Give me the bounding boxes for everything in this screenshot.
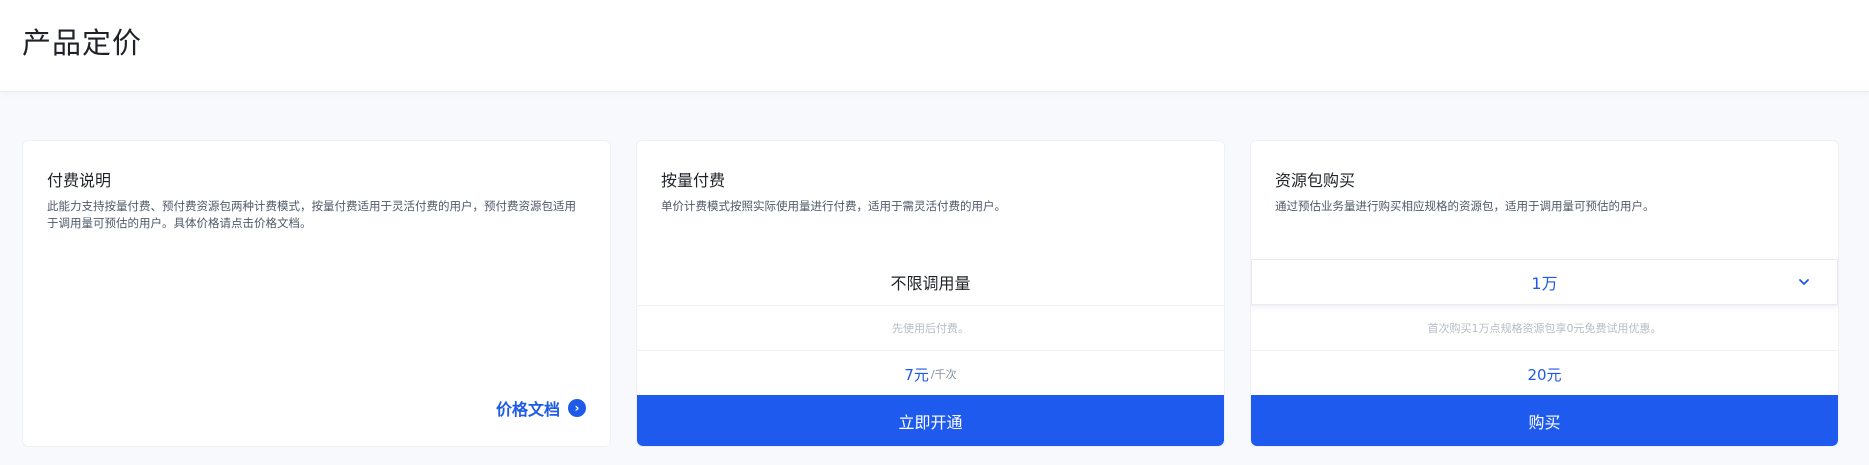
- billing-info-card: 付费说明 此能力支持按量付费、预付费资源包两种计费模式，按量付费适用于灵活付费的…: [22, 140, 611, 447]
- price-display: 20元: [1251, 351, 1838, 397]
- pay-as-you-go-card: 按量付费 单价计费模式按照实际使用量进行付费，适用于需灵活付费的用户。 不限调用…: [636, 140, 1225, 447]
- price-display: 7元/千次: [637, 351, 1224, 397]
- promo-note: 首次购买1万点规格资源包享0元免费试用优惠。: [1251, 305, 1838, 351]
- card-description: 通过预估业务量进行购买相应规格的资源包，适用于调用量可预估的用户。: [1275, 199, 1655, 213]
- price-value: 7元: [904, 365, 929, 384]
- price-doc-link[interactable]: 价格文档 ›: [496, 396, 586, 420]
- billing-note: 先使用后付费。: [637, 305, 1224, 351]
- quota-label: 不限调用量: [890, 274, 971, 293]
- card-description: 此能力支持按量付费、预付费资源包两种计费模式，按量付费适用于灵活付费的用户，预付…: [47, 199, 576, 230]
- price-doc-link-label: 价格文档: [495, 400, 560, 419]
- chevron-down-icon: [1799, 279, 1809, 285]
- price-value: 20元: [1527, 365, 1562, 384]
- package-select-value: 1万: [1531, 274, 1558, 293]
- card-title: 资源包购买: [1275, 171, 1356, 190]
- package-select[interactable]: 1万: [1251, 259, 1838, 305]
- pricing-page: 产品定价 付费说明 此能力支持按量付费、预付费资源包两种计费模式，按量付费适用于…: [0, 0, 1869, 465]
- buy-button[interactable]: 购买: [1251, 395, 1838, 446]
- price-unit: /千次: [930, 368, 957, 381]
- chevron-right-circle-icon: ›: [568, 399, 586, 417]
- card-title: 付费说明: [47, 171, 112, 190]
- card-title: 按量付费: [661, 171, 726, 190]
- activate-button[interactable]: 立即开通: [637, 395, 1224, 446]
- page-title: 产品定价: [22, 26, 143, 60]
- header-bar: 产品定价: [0, 0, 1869, 92]
- card-description: 单价计费模式按照实际使用量进行付费，适用于需灵活付费的用户。: [661, 199, 1006, 213]
- resource-package-card: 资源包购买 通过预估业务量进行购买相应规格的资源包，适用于调用量可预估的用户。 …: [1250, 140, 1839, 447]
